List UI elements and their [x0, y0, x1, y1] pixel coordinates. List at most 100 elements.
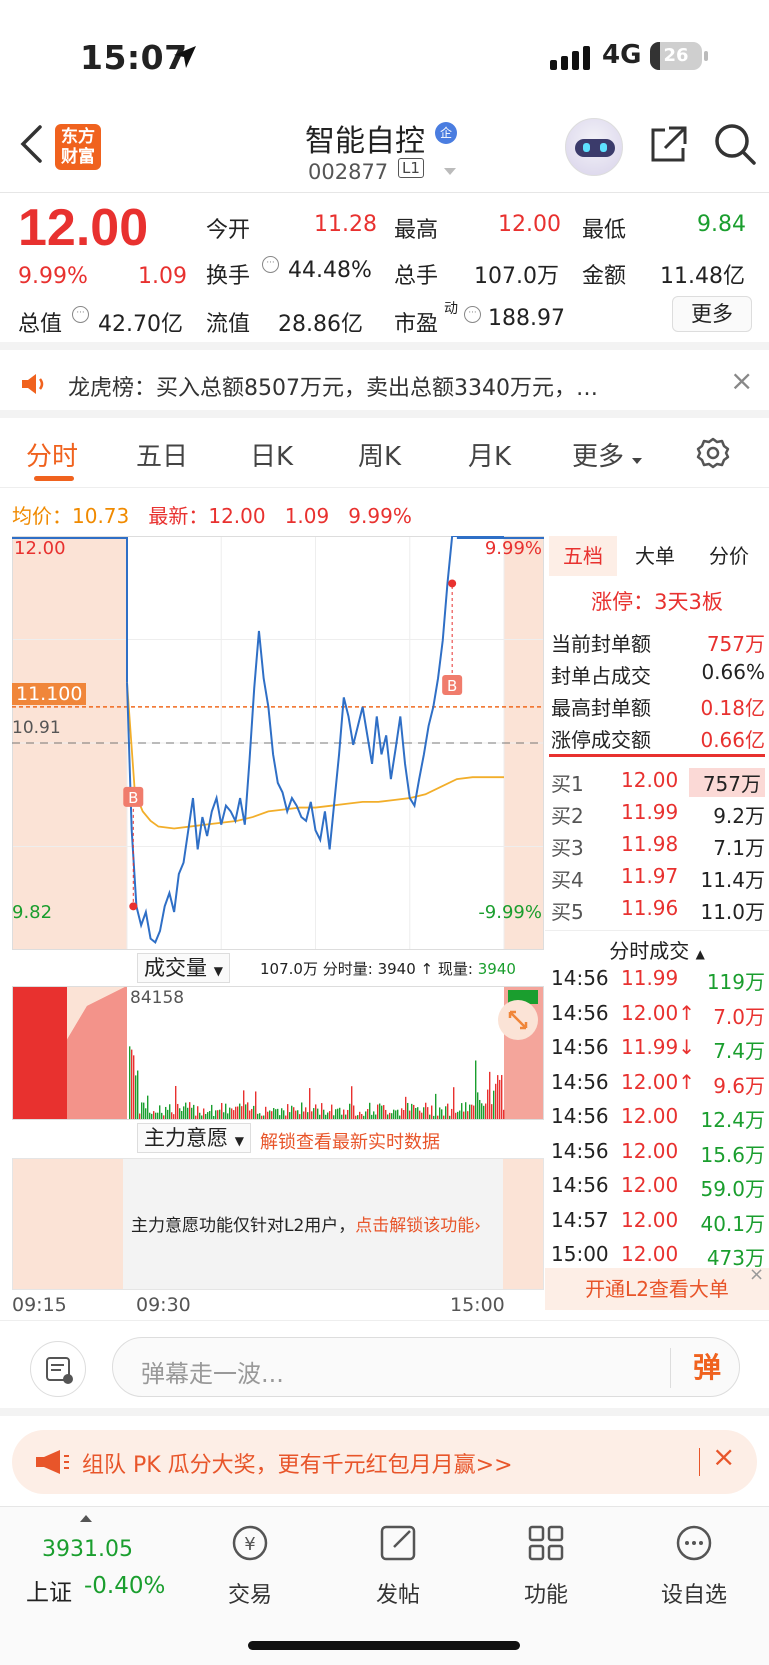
volume-max-label: 84158 [130, 988, 185, 1008]
bid-row[interactable]: 买2 11.99 9.2万 [551, 800, 765, 830]
bid-row[interactable]: 买5 11.96 11.0万 [551, 896, 765, 926]
latest-pct: 9.99% [348, 504, 412, 528]
buy-marker-label: B [447, 677, 457, 695]
volume-bar [465, 1102, 467, 1120]
price-chart-svg[interactable]: BB [12, 535, 544, 950]
notice-bar[interactable]: 龙虎榜：买入总额8507万元，卖出总额3340万元，… × [0, 350, 769, 418]
tab-five-levels[interactable]: 五档 [549, 536, 617, 576]
volume-bar [395, 1110, 397, 1120]
more-button[interactable]: 更多 [672, 296, 752, 332]
volume-bar [149, 1112, 151, 1120]
info-icon[interactable]: ··· [464, 306, 481, 323]
volume-bar [367, 1109, 369, 1120]
promo-text[interactable]: 组队 PK 瓜分大奖，更有千元红包月月赢>> [82, 1447, 513, 1479]
volume-bar [203, 1108, 205, 1120]
gear-icon[interactable] [696, 436, 730, 470]
interval-label: 分时量: [322, 960, 373, 978]
expand-icon[interactable] [498, 1000, 538, 1040]
volume-bar [491, 1104, 493, 1120]
info-icon[interactable]: ··· [72, 306, 89, 323]
volume-bar [485, 1103, 487, 1120]
volume-bar [131, 1049, 133, 1120]
close-icon[interactable]: × [749, 1264, 764, 1285]
assistant-avatar[interactable] [565, 118, 623, 176]
trade-icon[interactable]: ¥ [190, 1517, 310, 1567]
volume-label: 总手 [394, 264, 439, 289]
promo-banner[interactable]: 组队 PK 瓜分大奖，更有千元红包月月赢>> × [12, 1430, 757, 1494]
l2-banner[interactable]: 开通L2查看大单 [545, 1268, 769, 1310]
intraday-chart[interactable]: BB 12.00 9.82 9.99% -9.99% 10.91 11.100 [12, 535, 544, 950]
bid-price: 11.99 [621, 800, 679, 824]
search-icon[interactable] [713, 122, 757, 166]
volume-chart-svg[interactable] [12, 986, 544, 1120]
trade-price: 12.00 [621, 1207, 679, 1232]
bid-row[interactable]: 买3 11.98 7.1万 [551, 832, 765, 862]
low-value: 9.84 [697, 212, 746, 237]
volume-bar [497, 1075, 499, 1120]
chevron-down-icon[interactable] [444, 168, 456, 175]
danmu-settings-icon[interactable] [30, 1341, 86, 1397]
index-widget[interactable]: 3931.05 上证 -0.40% [0, 1507, 165, 1627]
unlock-link[interactable]: 解锁查看最新实时数据 [260, 1128, 440, 1154]
prev-close-label: 10.91 [12, 718, 61, 738]
volume-bar [219, 1109, 221, 1120]
bid-row[interactable]: 买4 11.97 11.4万 [551, 864, 765, 894]
share-icon[interactable] [647, 124, 689, 166]
main-force-header: 主力意愿 ▼ 解锁查看最新实时数据 [12, 1120, 544, 1156]
mktcap-value: 42.70亿 [98, 312, 183, 337]
close-icon[interactable]: × [712, 1440, 735, 1473]
level-badge[interactable]: L1 [398, 158, 424, 178]
quote-panel: 12.00 9.99% 1.09 总值 ··· 42.70亿 今开 11.28 … [0, 194, 769, 350]
app-logo[interactable]: 东方 财富 [55, 124, 101, 170]
volume-bar [431, 1105, 433, 1120]
post-icon[interactable] [338, 1517, 458, 1567]
volume-bar [167, 1109, 169, 1120]
volume-bar [267, 1111, 269, 1120]
unlock-feature-link[interactable]: 点击解锁该功能 [355, 1216, 474, 1236]
danmu-input[interactable]: 弹幕走一波... 弹 [112, 1337, 740, 1397]
info-icon[interactable]: ··· [262, 256, 279, 273]
more-dots-icon[interactable] [634, 1517, 754, 1567]
tab-daily-k[interactable]: 日K [250, 436, 293, 473]
back-arrow-icon[interactable] [18, 124, 44, 164]
danmu-send-button[interactable]: 弹 [669, 1348, 721, 1388]
volume-indicator-select[interactable]: 成交量 ▼ [137, 953, 230, 983]
notice-text[interactable]: 龙虎榜：买入总额8507万元，卖出总额3340万元，… [68, 370, 598, 402]
tab-monthly-k[interactable]: 月K [468, 436, 511, 473]
volume-bar [405, 1096, 407, 1120]
index-change: -0.40% [84, 1573, 166, 1599]
volume-bar [339, 1107, 341, 1120]
volume-bar [297, 1110, 299, 1120]
tab-more[interactable]: 更多 [572, 436, 624, 473]
trade-volume: 9.6万 [713, 1073, 765, 1098]
tab-weekly-k[interactable]: 周K [358, 436, 401, 473]
apps-icon[interactable] [486, 1517, 606, 1567]
nav-functions[interactable]: 功能 [486, 1577, 606, 1609]
tab-intraday[interactable]: 分时 [26, 436, 78, 473]
nav-add-watchlist[interactable]: 设自选 [634, 1577, 754, 1609]
volume-bar [385, 1109, 387, 1120]
trade-volume: 40.1万 [700, 1211, 765, 1236]
l2-notice-text: 主力意愿功能仅针对L2用户， [131, 1216, 356, 1236]
tab-big-orders[interactable]: 大单 [621, 536, 689, 576]
bid-row[interactable]: 买1 12.00 757万 [551, 768, 765, 798]
volume-bar [407, 1102, 409, 1120]
trade-point [129, 902, 138, 911]
volume-chart[interactable]: 84158 [12, 986, 544, 1120]
trades-title[interactable]: 分时成交 ▲ [545, 930, 769, 964]
location-icon [174, 46, 196, 68]
network-type: 4G [602, 40, 642, 70]
close-icon[interactable]: × [730, 364, 753, 397]
nav-trade[interactable]: 交易 [190, 1577, 310, 1609]
volume-bar [221, 1102, 223, 1120]
main-force-select[interactable]: 主力意愿 ▼ [137, 1123, 251, 1153]
volume-bar [451, 1108, 453, 1120]
tab-price-distribution[interactable]: 分价 [693, 536, 765, 576]
volume-bar [301, 1102, 303, 1120]
nav-post[interactable]: 发帖 [338, 1577, 458, 1609]
svg-text:¥: ¥ [244, 1534, 255, 1555]
volume-bar [423, 1107, 425, 1120]
pe-superscript: 动 [444, 301, 458, 317]
time-label-start: 09:30 [136, 1294, 191, 1316]
tab-five-day[interactable]: 五日 [136, 436, 188, 473]
